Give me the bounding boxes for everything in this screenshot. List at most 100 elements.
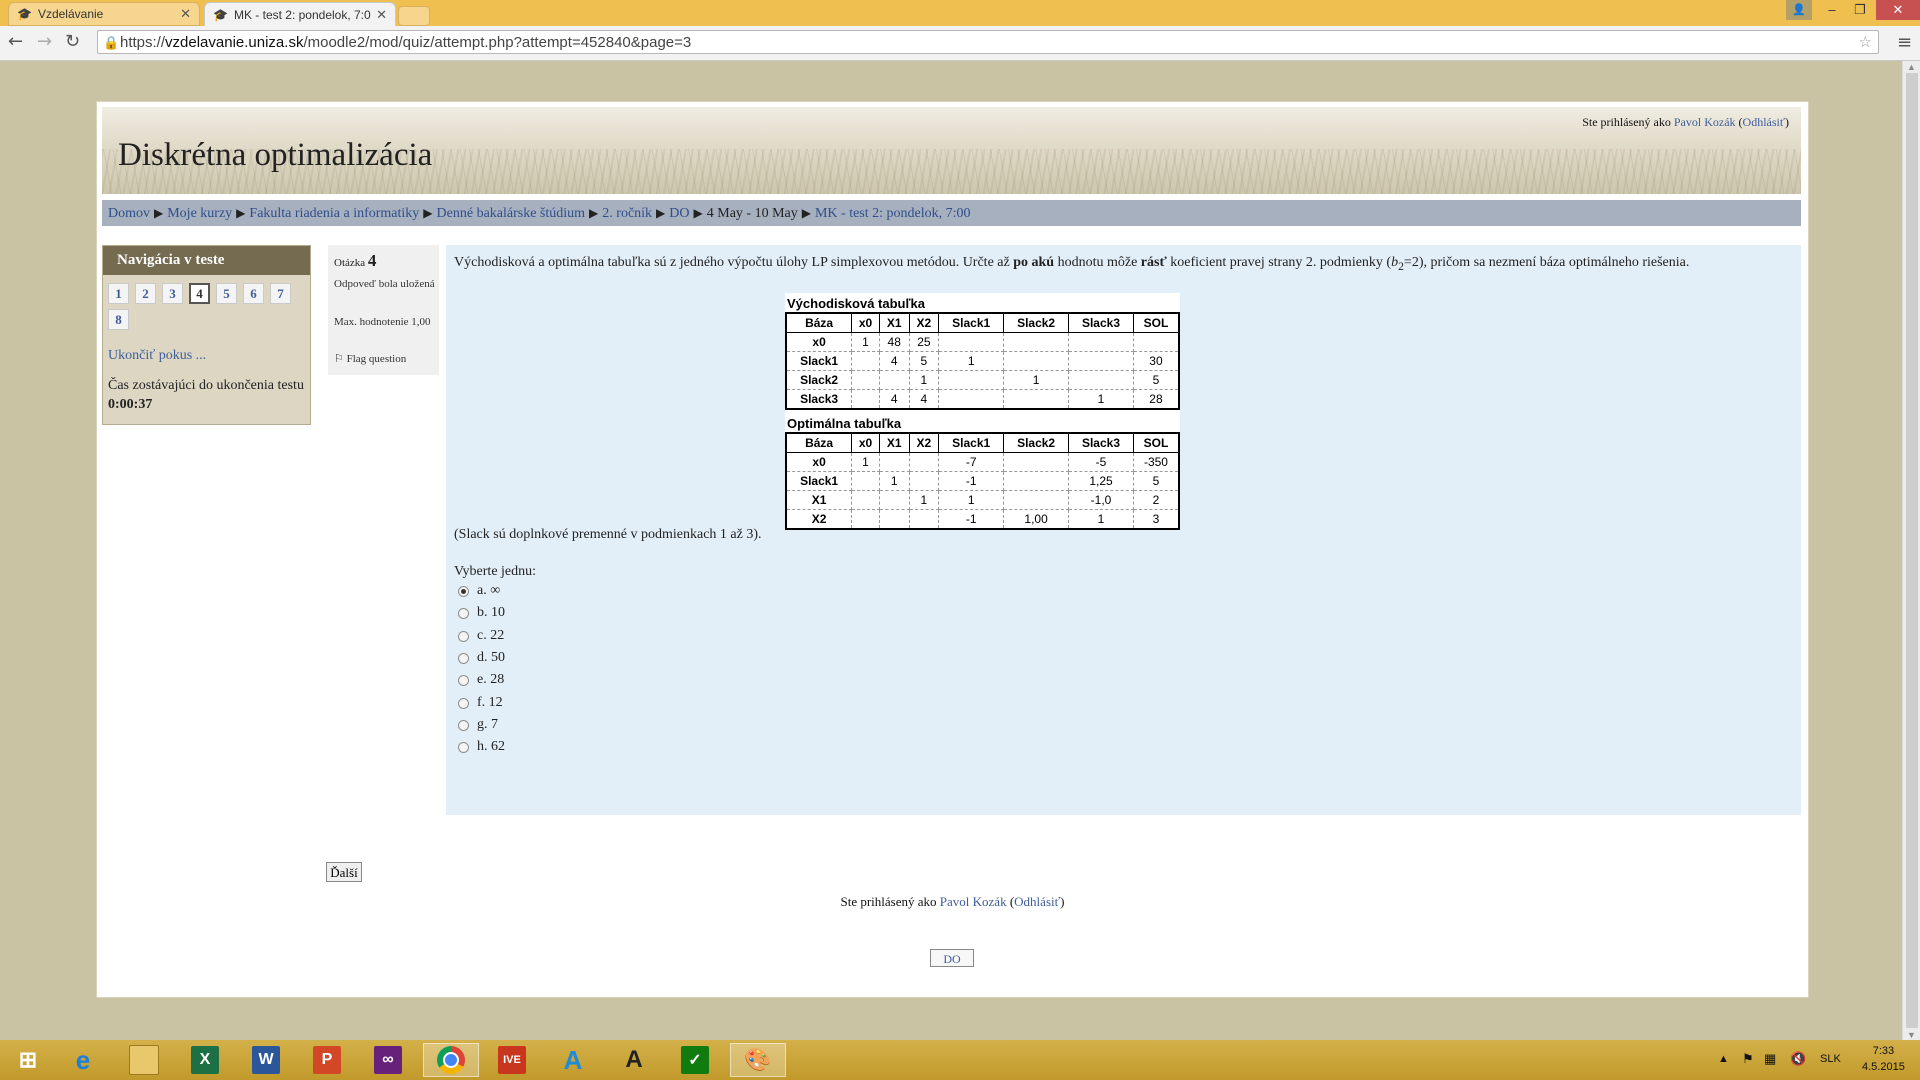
question-max-grade: Max. hodnotenie 1,00: [334, 316, 431, 328]
question-number: Otázka 4: [334, 251, 376, 271]
taskbar-clock[interactable]: 7:33 4.5.2015: [1862, 1043, 1905, 1075]
page-info-icon[interactable]: 🔒: [103, 31, 119, 55]
visual-studio-icon[interactable]: ∞: [360, 1043, 416, 1077]
next-button[interactable]: Ďalší: [326, 862, 362, 882]
url-host: vzdelavanie.uniza.sk: [165, 34, 304, 51]
minimize-icon[interactable]: –: [1818, 0, 1846, 20]
autocad-icon[interactable]: A: [606, 1043, 662, 1077]
radio-button[interactable]: [458, 607, 469, 619]
breadcrumb-course[interactable]: DO: [669, 206, 689, 221]
url-scheme: https://: [120, 34, 166, 51]
browser-toolbar: ← → ↻ 🔒 https://vzdelavanie.uniza.sk/moo…: [0, 26, 1920, 61]
breadcrumb: Domov ▶ Moje kurzy ▶ Fakulta riadenia a info…: [102, 200, 1801, 226]
answer-option-h[interactable]: h. 62: [458, 739, 505, 755]
radio-button[interactable]: [458, 652, 469, 664]
scrollbar-thumb[interactable]: [1906, 73, 1918, 1028]
scroll-down-icon[interactable]: ▼: [1907, 1030, 1916, 1040]
answer-option-f[interactable]: f. 12: [458, 695, 503, 711]
forward-icon[interactable]: →: [37, 31, 52, 52]
ive-icon[interactable]: IVE: [484, 1043, 540, 1077]
table-row: X1 1 1 -1,0 2: [785, 490, 1180, 510]
quiz-timer: Čas zostávajúci do ukončenia testu 0:00:…: [108, 376, 310, 414]
vertical-scrollbar[interactable]: ▲ ▼: [1902, 61, 1920, 1041]
radio-button[interactable]: [458, 674, 469, 686]
footer-logout-link[interactable]: Odhlásiť: [1014, 894, 1060, 909]
radio-button[interactable]: [458, 741, 469, 753]
powerpoint-icon[interactable]: P: [299, 1043, 355, 1077]
address-bar[interactable]: 🔒 https://vzdelavanie.uniza.sk/moodle2/m…: [97, 30, 1879, 54]
bookmark-star-icon[interactable]: ☆: [1859, 31, 1872, 55]
table-row: Slack1 4 5 1 30: [785, 351, 1180, 371]
breadcrumb-home[interactable]: Domov: [108, 206, 150, 221]
scroll-up-icon[interactable]: ▲: [1907, 62, 1916, 72]
radio-button[interactable]: [458, 585, 469, 597]
start-icon[interactable]: ⊞: [0, 1043, 56, 1077]
logout-link[interactable]: Odhlásiť: [1743, 115, 1785, 129]
answer-option-c[interactable]: c. 22: [458, 628, 504, 644]
timer-label: Čas zostávajúci do ukončenia testu: [108, 378, 304, 393]
new-tab-button[interactable]: [398, 6, 430, 26]
radio-button[interactable]: [458, 697, 469, 709]
table-row: x0 1 -7 -5 -350: [785, 452, 1180, 472]
answer-option-e[interactable]: e. 28: [458, 672, 504, 688]
breadcrumb-year[interactable]: 2. ročník: [602, 206, 652, 221]
volume-icon[interactable]: 🔇: [1790, 1051, 1806, 1067]
page-header: Diskrétna optimalizácia Ste prihlásený a…: [102, 107, 1801, 194]
project-icon[interactable]: ✓: [667, 1043, 723, 1077]
table-row: x0 1 48 25: [785, 332, 1180, 352]
word-icon[interactable]: W: [238, 1043, 294, 1077]
chrome-icon[interactable]: [423, 1043, 479, 1077]
breadcrumb-quiz[interactable]: MK - test 2: pondelok, 7:00: [815, 206, 971, 221]
question-state: Odpoveď bola uložená: [334, 278, 435, 290]
breadcrumb-my-courses[interactable]: Moje kurzy: [167, 206, 232, 221]
breadcrumb-separator-icon: ▶: [236, 206, 246, 220]
action-center-flag-icon[interactable]: ⚑: [1742, 1051, 1754, 1067]
breadcrumb-separator-icon: ▶: [656, 206, 666, 220]
answer-option-a[interactable]: a. ∞: [458, 583, 500, 599]
question-nav-button-6[interactable]: 6: [243, 283, 264, 304]
footer-user-link[interactable]: Pavol Kozák: [940, 894, 1007, 909]
question-nav-button-2[interactable]: 2: [135, 283, 156, 304]
question-nav-button-7[interactable]: 7: [270, 283, 291, 304]
reload-icon[interactable]: ↻: [65, 31, 80, 52]
tab-close-icon[interactable]: ✕: [376, 7, 387, 23]
site-title: Diskrétna optimalizácia: [118, 137, 433, 173]
tab-quiz[interactable]: 🎓 MK - test 2: pondelok, 7:0 ✕: [204, 2, 396, 26]
paint-icon[interactable]: 🎨: [730, 1043, 786, 1077]
language-indicator[interactable]: SLK: [1820, 1053, 1841, 1065]
breadcrumb-faculty[interactable]: Fakulta riadenia a informatiky: [249, 206, 419, 221]
menu-icon[interactable]: ≡: [1897, 32, 1912, 53]
back-icon[interactable]: ←: [8, 31, 23, 52]
breadcrumb-separator-icon: ▶: [801, 206, 811, 220]
footer-login-info: Ste prihlásený ako Pavol Kozák (Odhlásiť…: [840, 894, 1065, 909]
radio-button[interactable]: [458, 630, 469, 642]
table-header-row: Báza x0 X1 X2 Slack1 Slack2 Slack3 SOL: [785, 432, 1180, 453]
restore-icon[interactable]: ❐: [1846, 0, 1874, 20]
profile-icon[interactable]: 👤: [1786, 0, 1812, 20]
show-hidden-icons-icon[interactable]: ▲: [1718, 1053, 1729, 1065]
question-nav-button-3[interactable]: 3: [162, 283, 183, 304]
network-icon[interactable]: ▦: [1764, 1051, 1776, 1067]
file-explorer-icon[interactable]: [116, 1043, 172, 1077]
tab-close-icon[interactable]: ✕: [180, 6, 191, 22]
internet-explorer-icon[interactable]: e: [55, 1043, 111, 1077]
question-nav-button-8[interactable]: 8: [108, 309, 129, 330]
question-nav-button-1[interactable]: 1: [108, 283, 129, 304]
radio-button[interactable]: [458, 719, 469, 731]
breadcrumb-study[interactable]: Denné bakalárske štúdium: [437, 206, 586, 221]
quiz-navigation-block: Navigácia v teste 1 2 3 4 5 6 7 8 Ukonči…: [102, 245, 311, 425]
tab-vzdelavanie[interactable]: 🎓 Vzdelávanie ✕: [8, 2, 200, 26]
flag-question-button[interactable]: ⚐ Flag question: [334, 352, 406, 365]
azure-icon[interactable]: A: [545, 1043, 601, 1077]
close-window-icon[interactable]: ✕: [1876, 0, 1920, 20]
answer-option-g[interactable]: g. 7: [458, 717, 498, 733]
answer-option-b[interactable]: b. 10: [458, 605, 505, 621]
excel-icon[interactable]: X: [177, 1043, 233, 1077]
question-nav-button-5[interactable]: 5: [216, 283, 237, 304]
question-nav-button-4[interactable]: 4: [189, 283, 210, 304]
answer-option-d[interactable]: d. 50: [458, 650, 505, 666]
finish-attempt-link[interactable]: Ukončiť pokus ...: [108, 348, 206, 364]
course-home-button[interactable]: DO: [930, 949, 974, 967]
user-profile-link[interactable]: Pavol Kozák: [1674, 115, 1736, 129]
question-label: Otázka: [334, 257, 366, 269]
